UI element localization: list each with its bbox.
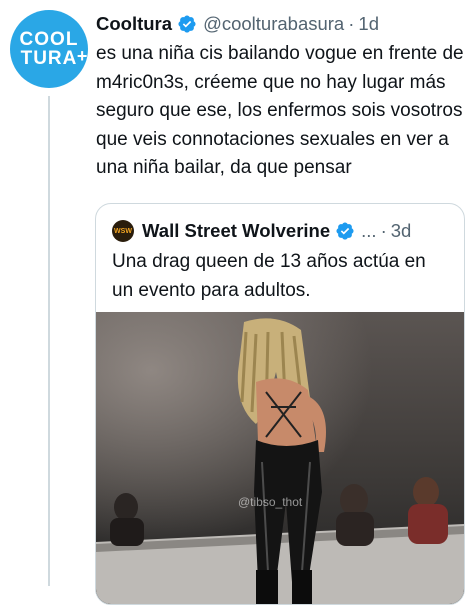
avatar-text-line2: TURA + <box>20 46 89 69</box>
timestamp[interactable]: 1d <box>358 13 379 35</box>
quoted-tweet-video[interactable]: @tibso_thot <box>96 312 464 604</box>
author-handle[interactable]: @coolturabasura <box>203 13 344 35</box>
verified-badge-icon <box>177 14 197 34</box>
avatar-plus: + <box>76 46 89 66</box>
thread-line <box>48 96 50 586</box>
quoted-tweet-header: WSW Wall Street Wolverine ... · 3d <box>112 218 411 244</box>
video-frame-illustration <box>96 312 464 604</box>
tweet-text: es una niña cis bailando vogue en frente… <box>96 43 464 178</box>
quoted-timestamp: 3d <box>390 220 412 241</box>
quoted-author-handle-ellipsis: ... <box>361 220 377 241</box>
video-watermark: @tibso_thot <box>238 495 303 509</box>
quoted-author-name: Wall Street Wolverine <box>142 220 331 241</box>
separator-dot: · <box>380 220 387 241</box>
verified-badge-icon <box>335 221 355 241</box>
author-name[interactable]: Cooltura <box>96 13 172 35</box>
quoted-tweet-card[interactable]: WSW Wall Street Wolverine ... · 3d Una d… <box>95 203 465 605</box>
quoted-author-avatar: WSW <box>112 220 134 242</box>
avatar-text-line1: COOL <box>19 29 79 50</box>
tweet-header: Cooltura @coolturabasura · 1d <box>96 12 379 36</box>
cooltura-avatar[interactable]: COOL TURA + <box>10 10 88 88</box>
quoted-tweet-text: Una drag queen de 13 años actúa en un ev… <box>112 251 426 301</box>
separator-dot: · <box>348 13 355 34</box>
